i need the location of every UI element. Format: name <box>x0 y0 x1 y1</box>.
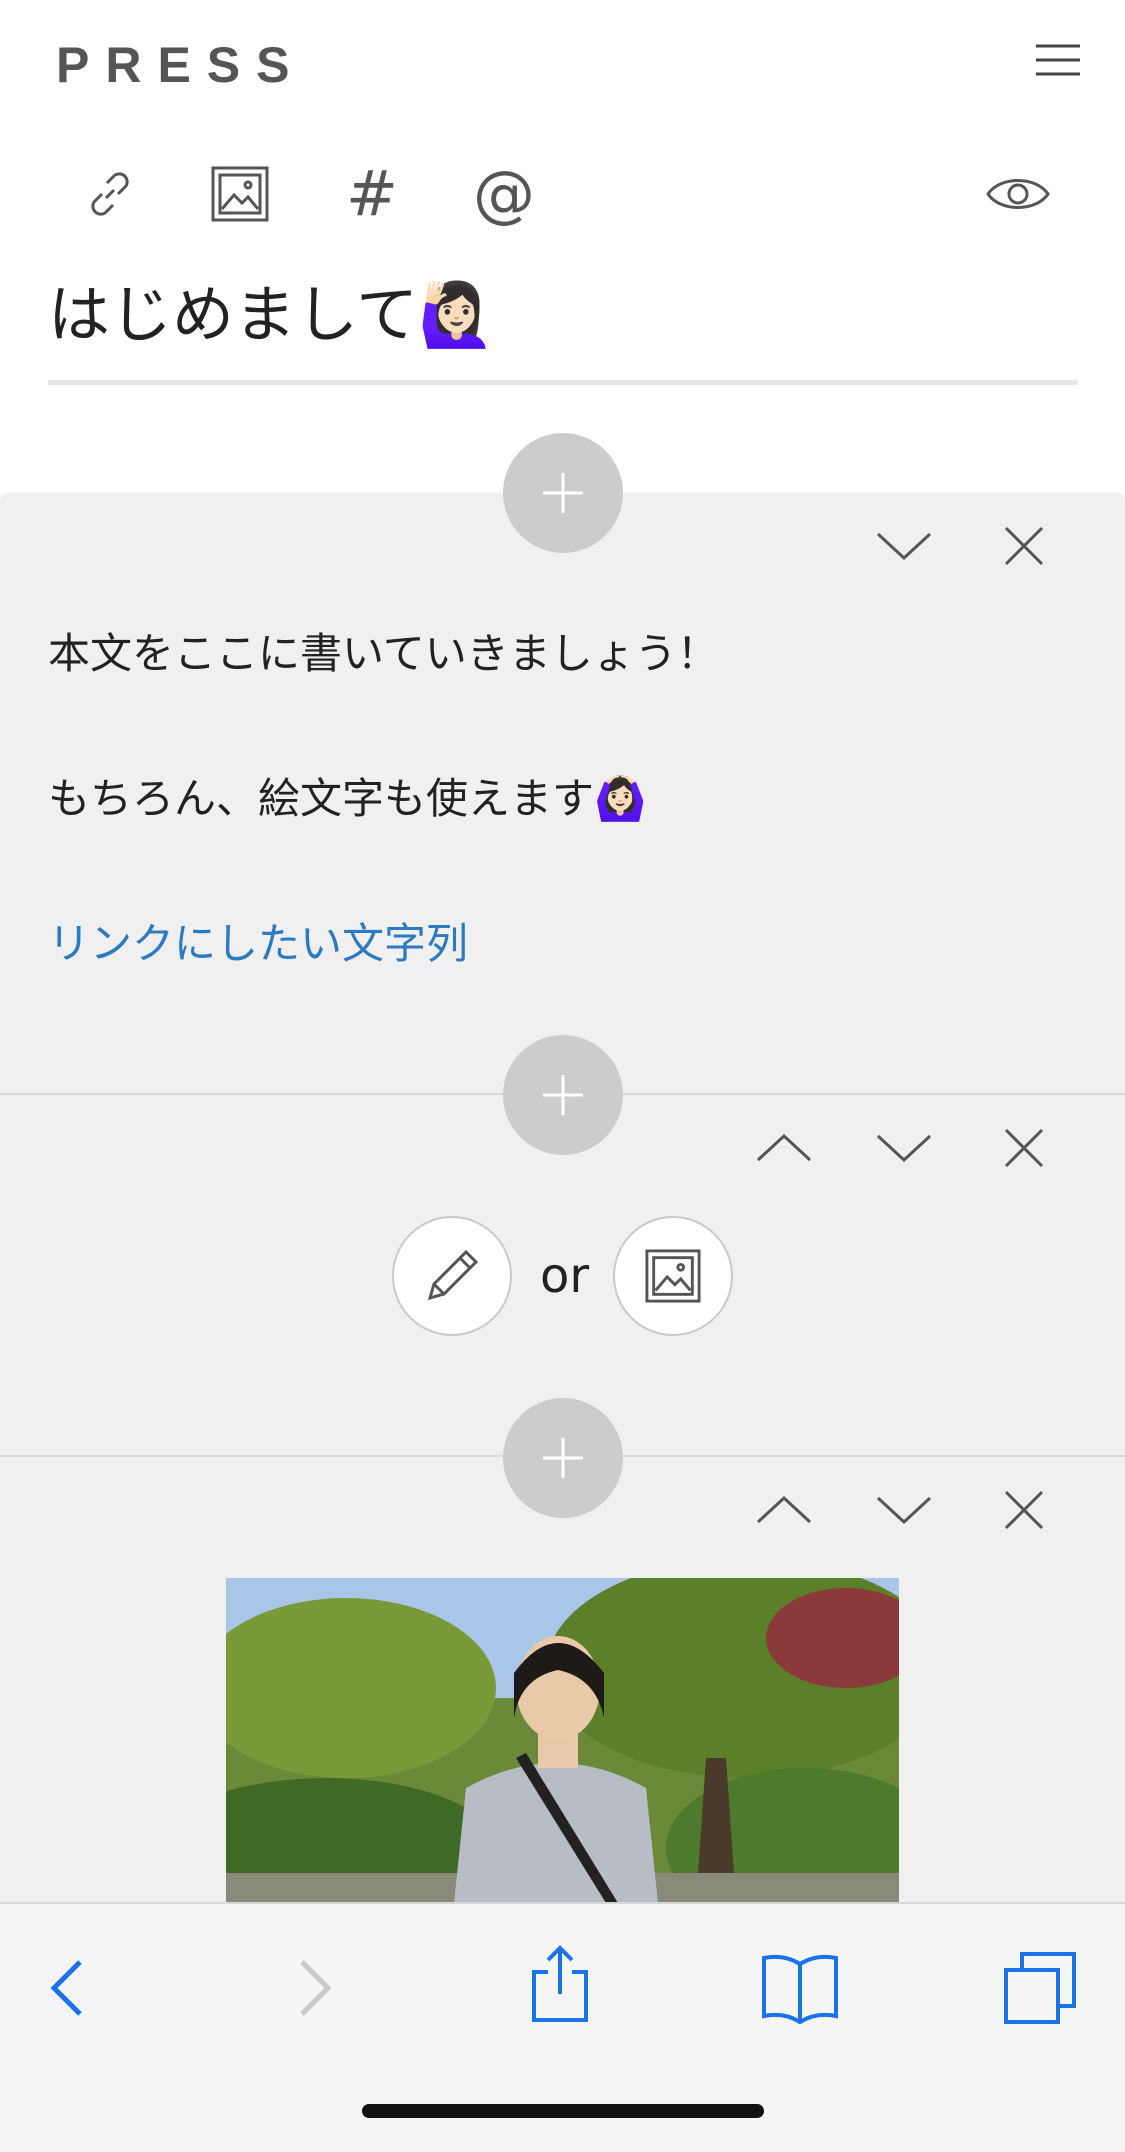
add-block-button-3[interactable] <box>503 1398 623 1518</box>
add-image-button[interactable] <box>613 1216 733 1336</box>
mention-icon[interactable]: @ <box>460 150 548 238</box>
close-icon[interactable] <box>984 1480 1064 1540</box>
add-block-button-2[interactable] <box>503 1035 623 1155</box>
uploaded-photo <box>226 1578 899 1903</box>
ok-gesture-emoji: 🙆🏻‍♀️ <box>594 774 647 823</box>
share-icon[interactable] <box>510 1934 610 2034</box>
image-icon <box>645 1249 701 1303</box>
pencil-icon <box>427 1249 479 1301</box>
chevron-up-icon[interactable] <box>744 1118 824 1178</box>
chevron-up-icon[interactable] <box>744 1480 824 1540</box>
editor-toolbar: # @ <box>0 150 1125 240</box>
close-icon[interactable] <box>984 1118 1064 1178</box>
raising-hand-emoji: 🙋🏻‍♀️ <box>418 278 496 351</box>
preview-eye-icon[interactable] <box>974 150 1062 238</box>
bookmarks-icon[interactable] <box>750 1938 850 2038</box>
write-text-button[interactable] <box>392 1216 512 1336</box>
app-logo: PRESS <box>56 37 306 93</box>
title-field[interactable]: はじめまして 🙋🏻‍♀️ <box>48 275 1078 385</box>
body-line-2[interactable]: もちろん、絵文字も使えます🙆🏻‍♀️ <box>48 765 646 826</box>
chevron-down-icon[interactable] <box>864 516 944 576</box>
body-link[interactable]: リンクにしたい文字列 <box>48 910 468 971</box>
add-block-button-1[interactable] <box>503 433 623 553</box>
app-header: PRESS <box>0 0 1125 130</box>
body-line-1[interactable]: 本文をここに書いていきましょう！ <box>48 620 719 681</box>
hashtag-icon[interactable]: # <box>328 150 416 238</box>
mention-label: @ <box>473 157 535 230</box>
title-text: はじめまして <box>48 278 419 351</box>
or-separator: or <box>540 1248 590 1304</box>
link-icon[interactable] <box>66 150 154 238</box>
body-line-2-text: もちろん、絵文字も使えます <box>48 774 595 823</box>
home-indicator <box>362 2104 764 2118</box>
article-title[interactable]: はじめまして 🙋🏻‍♀️ <box>48 275 1078 355</box>
back-icon[interactable] <box>16 1938 116 2038</box>
forward-icon[interactable] <box>266 1938 366 2038</box>
tabs-icon[interactable] <box>990 1938 1090 2038</box>
image-icon[interactable] <box>196 150 284 238</box>
menu-icon[interactable] <box>1034 40 1082 80</box>
close-icon[interactable] <box>984 516 1064 576</box>
chevron-down-icon[interactable] <box>864 1480 944 1540</box>
chevron-down-icon[interactable] <box>864 1118 944 1178</box>
hashtag-label: # <box>346 157 398 230</box>
